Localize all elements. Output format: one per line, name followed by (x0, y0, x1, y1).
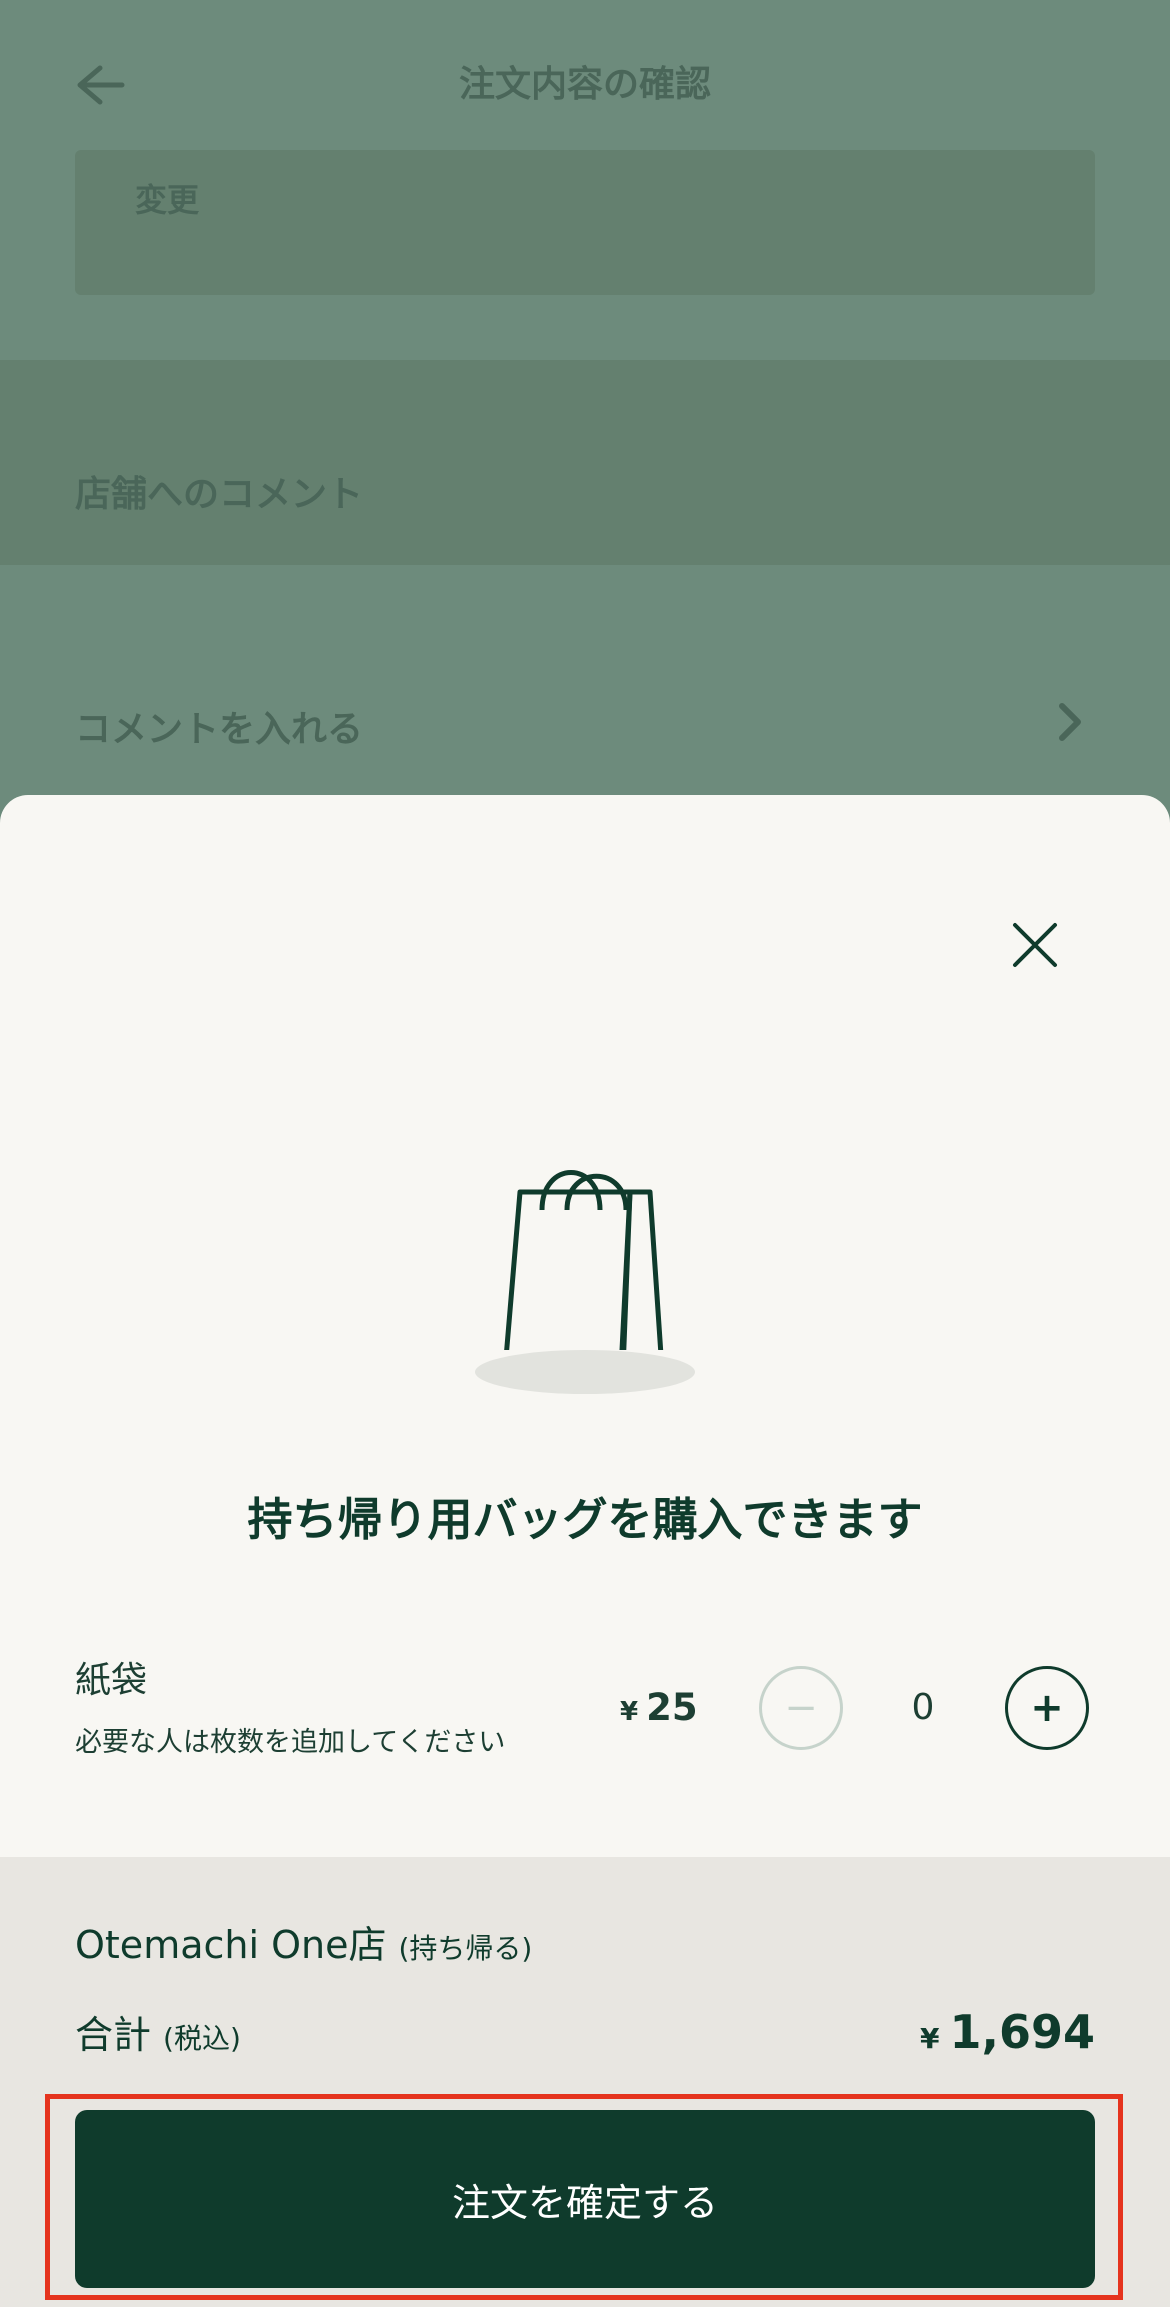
page-title: 注文内容の確認 (458, 64, 711, 105)
store-line: Otemachi One店 (持ち帰る) (75, 1917, 532, 1981)
close-icon[interactable] (1005, 915, 1065, 975)
chevron-right-icon (1059, 703, 1081, 741)
price-currency: ¥ (620, 1697, 639, 1727)
background-screen: 注文内容の確認 変更 店舗へのコメント コメントを入れる (0, 0, 1170, 800)
total-amount: ¥1,694 (920, 2002, 1095, 2069)
comment-row-label: コメントを入れる (75, 709, 364, 750)
total-label: 合計 (75, 2013, 152, 2057)
confirm-order-button[interactable]: 注文を確定する (75, 2110, 1095, 2288)
shopping-bag-icon (504, 1170, 664, 1350)
sheet-heading: 持ち帰り用バッグを購入できます (247, 1493, 923, 1546)
store-comment-section: 店舗へのコメント (0, 360, 1170, 565)
increase-quantity-button[interactable]: + (1005, 1666, 1089, 1750)
bag-shadow (475, 1350, 695, 1394)
background-header: 注文内容の確認 (0, 0, 1170, 150)
decrease-quantity-button[interactable]: − (759, 1666, 843, 1750)
total-value: 1,694 (949, 2005, 1095, 2059)
background-box: 変更 (75, 150, 1095, 295)
tax-note: (税込) (163, 2022, 241, 2055)
total-currency: ¥ (920, 2022, 940, 2055)
bag-purchase-sheet: 持ち帰り用バッグを購入できます 紙袋 必要な人は枚数を追加してください ¥25 … (0, 795, 1170, 2307)
pickup-mode: (持ち帰る) (398, 1932, 533, 1965)
quantity-value: 0 (911, 1687, 935, 1728)
item-name: 紙袋 (75, 1660, 148, 1701)
store-name: Otemachi One店 (75, 1923, 387, 1967)
price-value: 25 (646, 1686, 698, 1729)
item-description: 必要な人は枚数を追加してください (75, 1727, 506, 1758)
total-line: 合計 (税込) (75, 2007, 241, 2071)
item-price: ¥25 (620, 1683, 698, 1737)
background-box-label: 変更 (135, 181, 200, 219)
store-comment-heading: 店舗へのコメント (75, 474, 364, 515)
